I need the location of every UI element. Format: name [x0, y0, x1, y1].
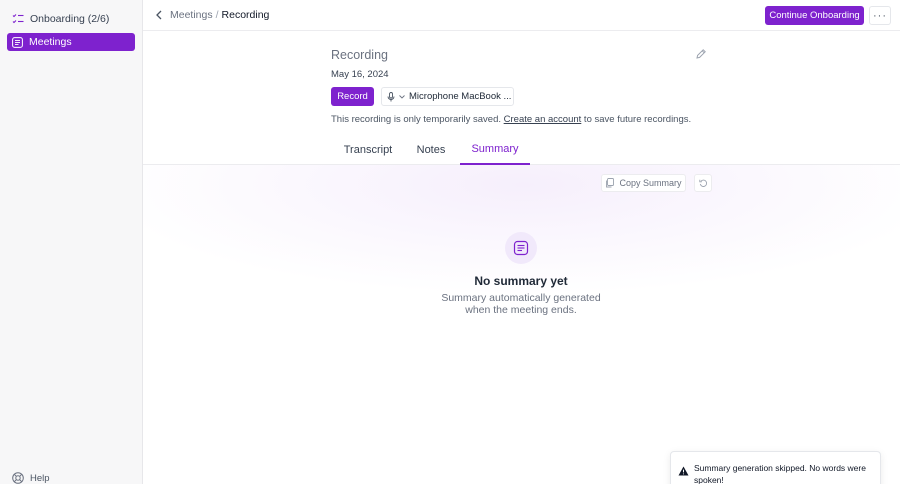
sidebar-item-onboarding[interactable]: Onboarding (2/6) [7, 10, 135, 28]
back-button[interactable] [152, 8, 166, 22]
continue-onboarding-button[interactable]: Continue Onboarding [765, 6, 864, 25]
meeting-notes-icon [12, 36, 23, 48]
breadcrumb-meetings[interactable]: Meetings [170, 9, 213, 21]
create-account-link[interactable]: Create an account [504, 114, 582, 125]
notice-text: This recording is only temporarily saved… [331, 114, 504, 125]
empty-state-line-2: when the meeting ends. [465, 304, 577, 316]
sidebar-item-label: Help [30, 472, 50, 484]
temporary-save-notice: This recording is only temporarily saved… [331, 114, 691, 125]
breadcrumb-separator: / [215, 9, 219, 21]
microphone-select[interactable]: Microphone MacBook ... [381, 87, 514, 106]
summary-badge [505, 232, 537, 264]
copy-icon [606, 178, 615, 188]
toast-message: Summary generation skipped. No words wer… [694, 463, 866, 484]
microphone-select-value: Microphone MacBook ... [409, 91, 512, 102]
breadcrumb: Meetings / Recording [170, 9, 269, 21]
more-options-button[interactable]: ··· [869, 6, 891, 25]
checklist-icon [12, 14, 24, 24]
regenerate-button[interactable] [694, 174, 712, 192]
record-button[interactable]: Record [331, 87, 374, 106]
tab-transcript[interactable]: Transcript [333, 134, 403, 165]
document-icon [513, 240, 529, 256]
sidebar: Onboarding (2/6) Meetings Help [0, 0, 143, 484]
toast-notification: Summary generation skipped. No words wer… [670, 451, 881, 484]
tab-summary[interactable]: Summary [460, 134, 530, 165]
top-header: Meetings / Recording Continue Onboarding… [143, 0, 900, 31]
sidebar-item-label: Onboarding (2/6) [30, 13, 110, 25]
notice-text-end: to save future recordings. [581, 114, 692, 125]
copy-summary-label: Copy Summary [619, 178, 682, 188]
sidebar-item-meetings[interactable]: Meetings [7, 33, 135, 51]
summary-panel: Copy Summary No summary yet Summary auto… [143, 165, 900, 484]
help-icon [12, 472, 24, 484]
empty-state-title: No summary yet [474, 274, 568, 288]
microphone-icon [387, 91, 395, 101]
pencil-icon[interactable] [695, 48, 707, 60]
chevron-left-icon [156, 10, 162, 20]
tab-notes[interactable]: Notes [409, 134, 453, 165]
chevron-down-icon [399, 94, 405, 99]
empty-state-description: Summary automatically generated when the… [421, 292, 621, 316]
more-icon: ··· [873, 9, 887, 22]
copy-summary-button[interactable]: Copy Summary [601, 174, 686, 192]
empty-state-line-1: Summary automatically generated [441, 292, 601, 304]
recording-date: May 16, 2024 [331, 69, 389, 80]
content-tabs: Transcript Notes Summary [143, 134, 900, 165]
breadcrumb-current: Recording [221, 9, 270, 21]
refresh-icon [698, 179, 707, 187]
recording-title[interactable]: Recording [331, 48, 388, 62]
warning-icon [678, 466, 689, 476]
sidebar-item-help[interactable]: Help [7, 469, 135, 484]
sidebar-item-label: Meetings [29, 36, 72, 48]
